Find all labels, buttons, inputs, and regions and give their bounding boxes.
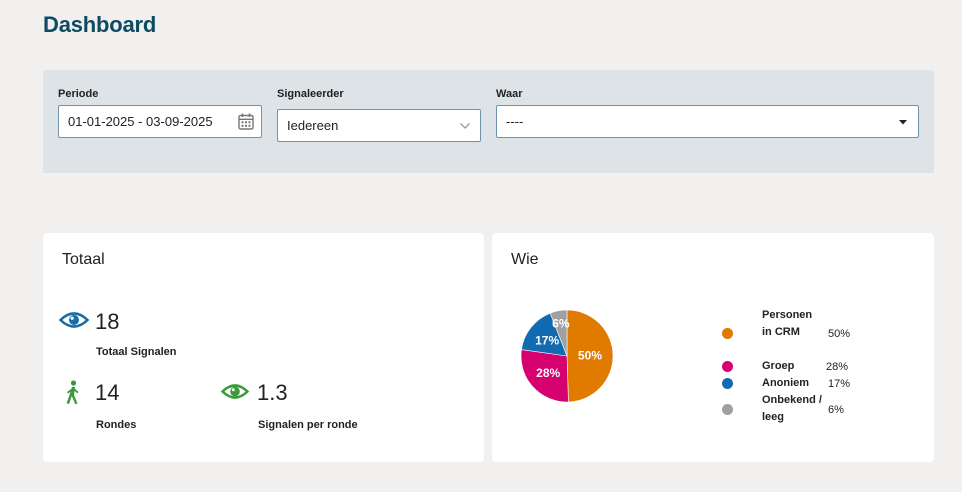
periode-value: 01-01-2025 - 03-09-2025 bbox=[68, 114, 213, 129]
eye-icon bbox=[58, 310, 90, 335]
legend-label-groep: Groep bbox=[762, 360, 795, 372]
pie-label-anoniem: 17% bbox=[535, 333, 559, 347]
legend-pct-anoniem: 17% bbox=[828, 378, 851, 390]
legend-pct-onbekend: 6% bbox=[828, 404, 844, 416]
legend-dot-groep bbox=[722, 361, 733, 372]
caret-down-icon bbox=[892, 119, 914, 125]
waar-value: ---- bbox=[506, 114, 524, 129]
pie-chart: 50% 28% 17% 6% bbox=[520, 309, 614, 403]
totaal-title: Totaal bbox=[62, 251, 105, 268]
legend-label-anoniem: Anoniem bbox=[762, 377, 810, 389]
periode-label: Periode bbox=[58, 88, 99, 100]
signalen-per-ronde-label: Signalen per ronde bbox=[258, 419, 358, 431]
calendar-icon[interactable] bbox=[235, 113, 257, 130]
legend-pct-personen: 50% bbox=[828, 328, 851, 340]
wie-title: Wie bbox=[511, 251, 539, 268]
rondes-label: Rondes bbox=[96, 419, 137, 431]
pie-label-onbekend: 6% bbox=[552, 316, 570, 330]
pie-label-groep: 28% bbox=[536, 366, 560, 380]
filter-panel: Periode 01-01-2025 - 03-09-2025 Signalee… bbox=[43, 70, 934, 173]
signaleerder-select[interactable]: Iedereen bbox=[277, 109, 481, 142]
signalen-per-ronde-value: 1.3 bbox=[257, 380, 288, 405]
wie-card: Wie 50% 28% 17% 6% Personen in CRM 50% Groe… bbox=[492, 233, 934, 462]
pie-label-personen: 50% bbox=[578, 349, 602, 363]
walking-person-icon bbox=[62, 380, 82, 411]
waar-select[interactable]: ---- bbox=[496, 105, 919, 138]
legend-pct-groep: 28% bbox=[826, 361, 849, 373]
totaal-signalen-label: Totaal Signalen bbox=[96, 346, 177, 358]
periode-date-input[interactable]: 01-01-2025 - 03-09-2025 bbox=[58, 105, 262, 138]
rondes-value: 14 bbox=[95, 380, 120, 405]
legend-label-personen: Personen in CRM bbox=[762, 309, 813, 338]
legend-label-onbekend: Onbekend / leeg bbox=[762, 394, 822, 423]
totaal-card: Totaal 18 Totaal Signalen 14 Rondes 1.3 … bbox=[43, 233, 484, 462]
eye-icon bbox=[220, 382, 250, 406]
legend-dot-anoniem bbox=[722, 378, 733, 389]
page-title: Dashboard bbox=[43, 12, 157, 37]
legend-dot-personen bbox=[722, 328, 733, 339]
signaleerder-value: Iedereen bbox=[287, 118, 339, 133]
legend-dot-onbekend bbox=[722, 404, 733, 415]
totaal-signalen-value: 18 bbox=[95, 309, 120, 334]
signaleerder-label: Signaleerder bbox=[277, 88, 344, 100]
chevron-down-icon bbox=[454, 122, 476, 130]
waar-label: Waar bbox=[496, 88, 523, 100]
